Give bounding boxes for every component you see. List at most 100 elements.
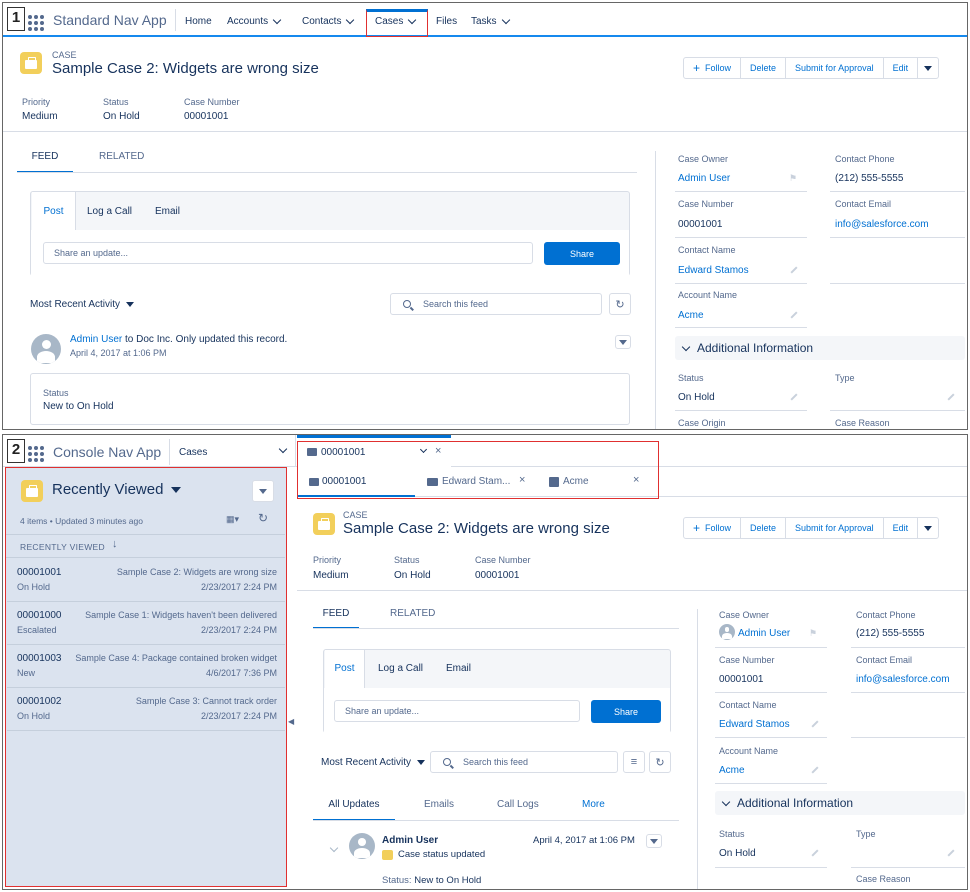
contact-name-label: Contact Name [678,245,736,255]
share-button[interactable]: Share [544,242,620,265]
chevron-down-icon[interactable] [501,15,510,25]
feed-filter[interactable]: Most Recent Activity [321,757,426,768]
chevron-down-icon[interactable] [408,15,417,25]
contact-name-link[interactable]: Edward Stamos [719,719,790,730]
feed-item-user-link[interactable]: Admin User [382,835,438,846]
feed-field-change: New to On Hold [43,401,114,412]
details-panel: Case Owner Admin User ⚑ Contact Phone (2… [715,607,965,889]
contact-name-link[interactable]: Edward Stamos [678,265,749,276]
account-name-link[interactable]: Acme [719,765,745,776]
feed-filter[interactable]: Most Recent Activity [30,299,135,310]
delete-button[interactable]: Delete [741,518,787,538]
additional-info-section[interactable]: Additional Information [715,791,965,815]
submit-approval-button[interactable]: Submit for Approval [786,58,884,78]
record-actions: + Follow Delete Submit for Approval Edit [683,517,940,539]
expand-chevron-icon[interactable] [329,843,339,854]
nav-tasks[interactable]: Tasks [471,15,510,27]
feed-item-menu-button[interactable] [646,834,662,848]
edit-pencil-icon[interactable] [947,849,955,857]
caret-down-icon [259,488,267,494]
feed-tab-all-updates[interactable]: All Updates [313,791,395,821]
refresh-feed-button[interactable]: ↻ [649,751,671,773]
user-avatar [349,833,375,859]
app-launcher-icon[interactable] [28,446,44,462]
nav-accounts[interactable]: Accounts [227,15,282,27]
nav-cases[interactable]: Cases [375,15,417,27]
contact-name-label: Contact Name [719,700,777,710]
highlight-priority-label: Priority [22,97,51,107]
feed-field-label: Status [43,388,69,398]
edit-pencil-icon[interactable] [811,849,819,857]
feed-search-input[interactable]: Search this feed [390,293,602,315]
tab-related[interactable]: RELATED [99,151,144,162]
share-update-input[interactable]: Share an update... [334,700,580,722]
refresh-icon[interactable]: ↻ [258,511,268,525]
edit-pencil-icon[interactable] [947,393,955,401]
share-update-input[interactable]: Share an update... [43,242,533,264]
feed-tab-emails[interactable]: Emails [424,799,454,810]
list-column-header[interactable]: RECENTLY VIEWED ↓ [6,534,285,558]
share-button[interactable]: Share [591,700,661,723]
contact-email-label: Contact Email [835,199,892,209]
delete-button[interactable]: Delete [741,58,787,78]
publisher-tab-log-call[interactable]: Log a Call [87,206,132,217]
contact-email-link[interactable]: info@salesforce.com [835,219,929,230]
edit-button[interactable]: Edit [884,58,919,78]
list-options-button[interactable] [252,480,274,502]
list-view-icon[interactable]: ▦▾ [226,514,239,525]
feed-item-user-link[interactable]: Admin User [70,334,122,345]
follow-button[interactable]: + Follow [684,518,742,538]
app-launcher-icon[interactable] [28,15,44,31]
edit-pencil-icon[interactable] [790,266,798,274]
chevron-down-icon[interactable] [346,15,355,25]
edit-pencil-icon[interactable] [790,311,798,319]
feed-item-change: Status: New to On Hold [382,875,482,886]
list-title[interactable]: Recently Viewed [52,481,182,498]
feed-tab-call-logs[interactable]: Call Logs [497,799,539,810]
nav-home[interactable]: Home [185,16,212,27]
feed-item-menu-button[interactable] [615,335,631,349]
list-item[interactable]: 00001000 Escalated Sample Case 1: Widget… [7,602,285,645]
highlight-priority-value: Medium [313,570,349,581]
submit-approval-button[interactable]: Submit for Approval [786,518,884,538]
publisher-tab-email[interactable]: Email [155,206,180,217]
more-actions-button[interactable] [918,518,938,538]
feed-tab-more[interactable]: More [582,799,605,810]
case-owner-link[interactable]: Admin User [678,173,730,184]
publisher-tab-email[interactable]: Email [446,663,471,674]
tab-related[interactable]: RELATED [390,608,435,619]
list-item[interactable]: 00001001 On Hold Sample Case 2: Widgets … [7,559,285,602]
refresh-feed-button[interactable]: ↻ [609,293,631,315]
additional-info-section[interactable]: Additional Information [675,336,965,360]
publisher-tab-post[interactable]: Post [32,192,76,230]
nav-files[interactable]: Files [436,16,457,27]
follow-button[interactable]: + Follow [684,58,742,78]
more-actions-button[interactable] [918,58,938,78]
nav-contacts[interactable]: Contacts [302,15,355,27]
chevron-down-icon[interactable] [272,15,282,25]
account-name-link[interactable]: Acme [678,310,704,321]
list-item[interactable]: 00001003 New Sample Case 4: Package cont… [7,645,285,688]
caret-down-icon [650,838,658,844]
edit-button[interactable]: Edit [884,518,919,538]
feed-filter-button[interactable]: ≡ [623,751,645,773]
case-owner-link[interactable]: Admin User [738,628,790,639]
tab-feed[interactable]: FEED [17,143,73,173]
pin-icon[interactable]: ⚑ [789,173,797,184]
nav-object-select[interactable]: Cases [170,435,296,467]
edit-pencil-icon[interactable] [811,766,819,774]
pin-icon[interactable]: ⚑ [809,628,817,639]
edit-pencil-icon[interactable] [811,720,819,728]
publisher-tab-log-call[interactable]: Log a Call [378,663,423,674]
edit-pencil-icon[interactable] [790,393,798,401]
split-view-toggle-icon[interactable]: ◀ [288,717,294,726]
case-record-icon [313,513,335,535]
feed-search-input[interactable]: Search this feed [430,751,618,773]
tab-feed[interactable]: FEED [313,599,359,629]
publisher-tab-post[interactable]: Post [325,650,365,688]
contact-phone-label: Contact Phone [835,154,895,164]
publisher: Post Log a Call Email Share an update...… [30,191,630,276]
list-item[interactable]: 00001002 On Hold Sample Case 3: Cannot t… [7,688,285,731]
tabs-highlight [297,441,659,499]
contact-email-link[interactable]: info@salesforce.com [856,674,950,685]
